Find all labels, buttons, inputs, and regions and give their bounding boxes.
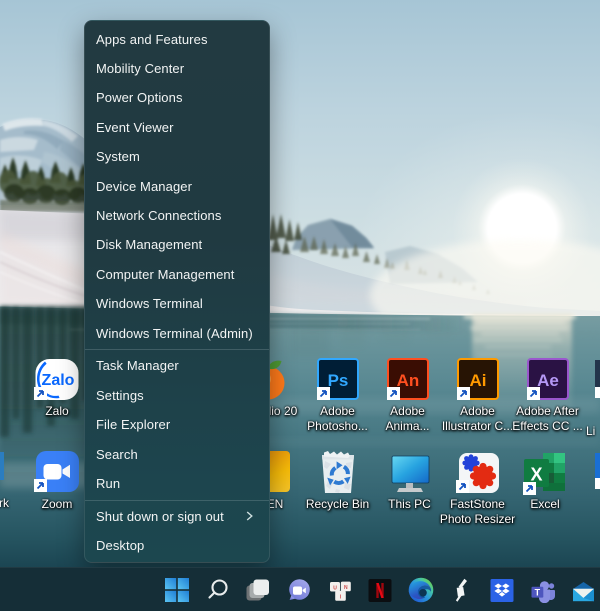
svg-text:Ps: Ps (327, 371, 348, 390)
svg-text:T: T (535, 587, 541, 597)
svg-text:X: X (530, 465, 542, 485)
svg-text:Ai: Ai (469, 371, 486, 390)
svg-text:U: U (333, 586, 337, 592)
svg-text:Ae: Ae (537, 371, 559, 390)
svg-text:N: N (343, 585, 347, 591)
svg-text:Zalo: Zalo (42, 372, 75, 389)
svg-text:An: An (396, 371, 419, 390)
